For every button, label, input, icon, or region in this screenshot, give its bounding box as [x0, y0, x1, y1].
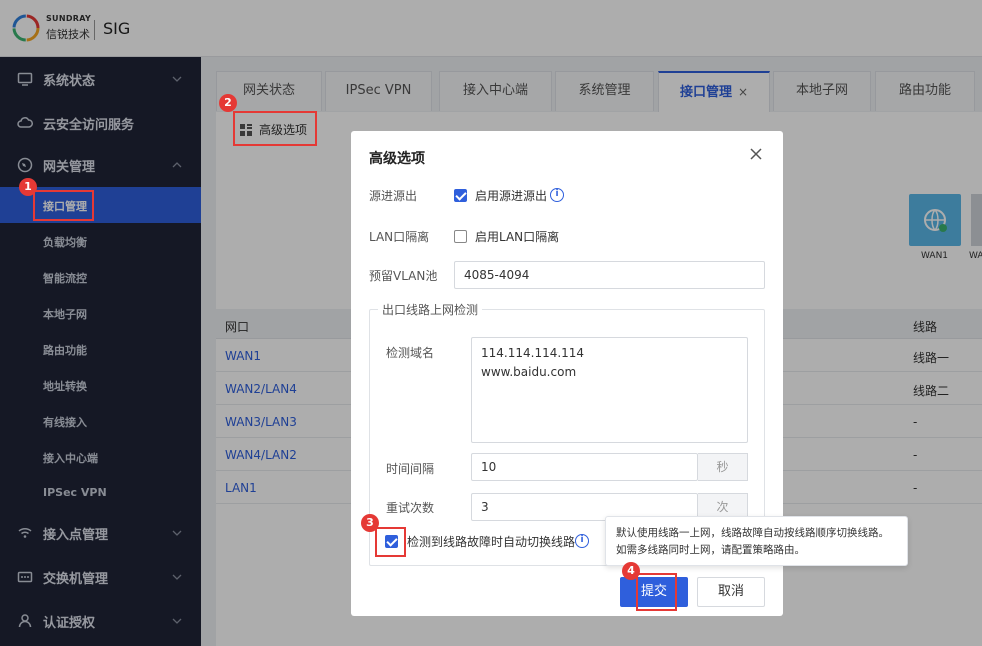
info-icon[interactable]: i	[550, 188, 564, 202]
vlan-pool-label: 预留VLAN池	[369, 269, 438, 283]
interval-unit: 秒	[698, 453, 748, 481]
highlight-box	[636, 573, 677, 611]
highlight-box	[33, 190, 94, 221]
step-badge: 4	[622, 562, 640, 580]
domain-line: www.baidu.com	[481, 365, 577, 379]
cancel-button[interactable]: 取消	[697, 577, 765, 607]
lan-isolation-label: LAN口隔离	[369, 230, 430, 244]
step-badge: 1	[19, 178, 37, 196]
auto-switch-label[interactable]: 检测到线路故障时自动切换线路	[407, 533, 575, 550]
lan-isolation-checkbox[interactable]	[454, 230, 467, 243]
tooltip-line: 默认使用线路一上网，线路故障自动按线路顺序切换线路。	[616, 527, 889, 539]
tooltip-line: 如需多线路同时上网，请配置策略路由。	[616, 544, 805, 556]
vlan-pool-input[interactable]: 4085-4094	[454, 261, 765, 289]
lan-isolation-checkbox-label[interactable]: 启用LAN口隔离	[475, 228, 559, 245]
src-in-out-checkbox[interactable]	[454, 189, 467, 202]
src-in-out-label: 源进源出	[369, 189, 418, 203]
src-in-out-checkbox-label[interactable]: 启用源进源出	[475, 187, 547, 204]
dialog-title: 高级选项	[369, 151, 425, 167]
detect-domain-textarea[interactable]: 114.114.114.114 www.baidu.com	[471, 337, 748, 443]
interval-label: 时间间隔	[386, 462, 435, 476]
step-badge: 2	[219, 94, 237, 112]
retry-label: 重试次数	[386, 501, 435, 515]
highlight-box	[233, 111, 317, 146]
highlight-box	[375, 527, 406, 557]
close-icon[interactable]	[749, 147, 763, 161]
line-detection-legend: 出口线路上网检测	[378, 301, 483, 318]
detect-domain-label: 检测域名	[386, 346, 435, 360]
step-badge: 3	[361, 514, 379, 532]
auto-switch-tooltip: 默认使用线路一上网，线路故障自动按线路顺序切换线路。 如需多线路同时上网，请配置…	[605, 516, 908, 566]
interval-input[interactable]: 10	[471, 453, 698, 481]
domain-line: 114.114.114.114	[481, 346, 585, 360]
info-icon[interactable]: i	[575, 534, 589, 548]
